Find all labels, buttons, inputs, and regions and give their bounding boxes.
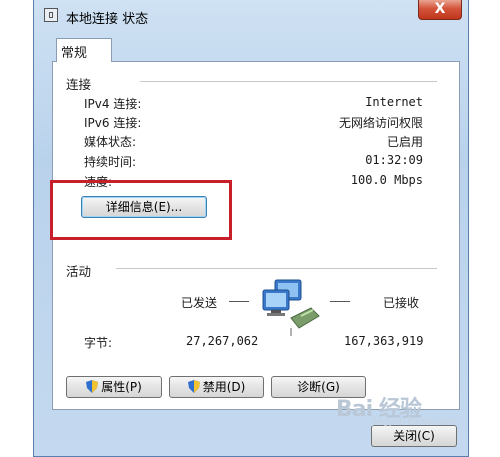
media-state-label: 媒体状态: bbox=[84, 135, 137, 149]
disable-button[interactable]: 禁用(D) bbox=[169, 376, 264, 398]
title-bar[interactable]: 本地连接 状态 X bbox=[34, 0, 468, 32]
activity-divider bbox=[116, 268, 437, 269]
connection-divider bbox=[140, 81, 437, 82]
close-icon[interactable]: X bbox=[418, 0, 462, 20]
watermark-url: jingyan.baidu.com bbox=[372, 417, 456, 427]
close-button[interactable]: 关闭(C) bbox=[371, 425, 457, 447]
duration-value: 01:32:09 bbox=[365, 153, 423, 167]
shield-icon bbox=[187, 380, 200, 393]
disable-label: 禁用(D) bbox=[202, 380, 246, 394]
duration-label: 持续时间: bbox=[84, 155, 137, 169]
ipv4-value: Internet bbox=[365, 95, 423, 109]
window-icon bbox=[44, 8, 58, 22]
tab-general[interactable]: 常规 bbox=[56, 38, 112, 62]
received-dash bbox=[330, 301, 350, 302]
ipv6-value: 无网络访问权限 bbox=[338, 116, 423, 130]
media-state-value: 已启用 bbox=[386, 135, 423, 149]
properties-label: 属性(P) bbox=[101, 380, 142, 394]
highlight-box bbox=[50, 180, 232, 240]
speed-value: 100.0 Mbps bbox=[350, 173, 423, 187]
shield-icon bbox=[86, 380, 99, 393]
sent-label: 已发送 bbox=[181, 296, 218, 310]
sent-dash bbox=[229, 301, 249, 302]
window-title: 本地连接 状态 bbox=[66, 12, 149, 27]
bytes-received-value: 167,363,919 bbox=[344, 334, 424, 348]
received-label: 已接收 bbox=[383, 296, 420, 310]
ipv4-label: IPv4 连接: bbox=[84, 97, 142, 111]
connection-heading: 连接 bbox=[66, 77, 92, 92]
bytes-label: 字节: bbox=[84, 336, 113, 350]
ipv6-label: IPv6 连接: bbox=[84, 116, 142, 130]
properties-button[interactable]: 属性(P) bbox=[66, 376, 162, 398]
activity-heading: 活动 bbox=[66, 264, 92, 279]
bytes-sent-value: 27,267,062 bbox=[186, 334, 259, 348]
network-computers-icon bbox=[262, 279, 320, 336]
